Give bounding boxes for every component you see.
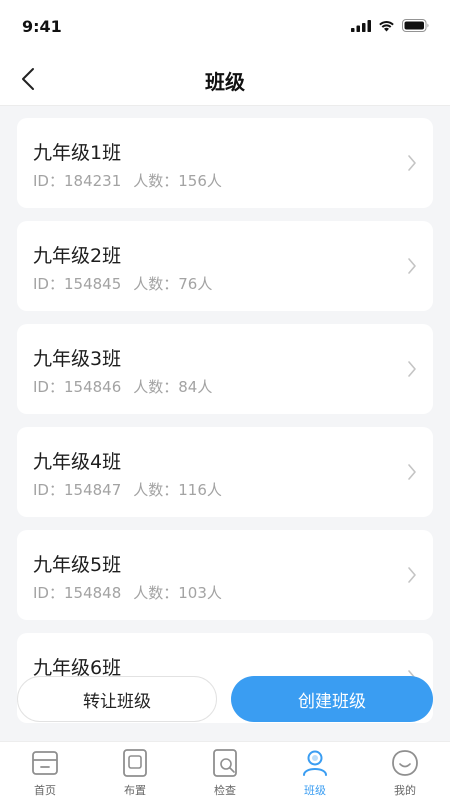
class-card-3[interactable]: 九年级3班 ID：154846 人数：84人 xyxy=(17,324,433,414)
class-name: 九年级5班 xyxy=(33,554,122,576)
class-count: 116 xyxy=(178,481,207,499)
class-count: 103 xyxy=(178,584,207,602)
class-id: 154847 xyxy=(63,481,122,499)
chevron-right-icon xyxy=(408,361,416,377)
status-bar: 9:41 xyxy=(0,0,450,52)
class-name: 九年级1班 xyxy=(33,142,122,164)
count-label: 人数： xyxy=(133,172,179,190)
chevron-right-icon xyxy=(408,258,416,274)
id-label: ID： xyxy=(33,172,64,190)
check-icon xyxy=(213,749,237,777)
id-label: ID： xyxy=(33,378,64,396)
id-label: ID： xyxy=(33,275,64,293)
class-meta: ID：154846 人数：84人 xyxy=(33,376,212,397)
class-list[interactable]: 九年级1班 ID：184231 人数：156人 九年级2班 ID：154845 人数… xyxy=(0,105,450,741)
class-id: 154846 xyxy=(63,378,122,396)
count-unit: 人 xyxy=(206,584,222,602)
class-id: 154845 xyxy=(63,275,122,293)
class-meta: ID：184231 人数：156人 xyxy=(33,170,222,191)
tab-bar: 首页 布置 检查 班级 我的 xyxy=(0,741,450,801)
cellular-signal-icon xyxy=(351,19,371,32)
class-meta: ID：154845 人数：76人 xyxy=(33,273,212,294)
tab-home[interactable]: 首页 xyxy=(0,742,90,801)
count-unit: 人 xyxy=(206,172,222,190)
tab-label: 检查 xyxy=(214,784,236,797)
count-unit: 人 xyxy=(197,378,213,396)
tab-label: 首页 xyxy=(34,784,56,797)
chevron-right-icon xyxy=(408,155,416,171)
chevron-right-icon xyxy=(408,567,416,583)
count-label: 人数： xyxy=(133,481,179,499)
transfer-class-button[interactable]: 转让班级 xyxy=(17,676,217,722)
page-title: 班级 xyxy=(205,70,245,94)
class-id: 154848 xyxy=(63,584,122,602)
tab-profile[interactable]: 我的 xyxy=(360,742,450,801)
count-label: 人数： xyxy=(133,275,179,293)
count-label: 人数： xyxy=(133,584,179,602)
class-card-2[interactable]: 九年级2班 ID：154845 人数：76人 xyxy=(17,221,433,311)
action-bar: 转让班级 创建班级 xyxy=(0,676,450,726)
home-icon xyxy=(32,751,58,775)
id-label: ID： xyxy=(33,584,64,602)
class-name: 九年级2班 xyxy=(33,245,122,267)
class-card-5[interactable]: 九年级5班 ID：154848 人数：103人 xyxy=(17,530,433,620)
tab-label: 布置 xyxy=(124,784,146,797)
class-card-1[interactable]: 九年级1班 ID：184231 人数：156人 xyxy=(17,118,433,208)
count-label: 人数： xyxy=(133,378,179,396)
class-count: 76 xyxy=(178,275,198,293)
tab-label: 我的 xyxy=(394,784,416,797)
tab-class[interactable]: 班级 xyxy=(270,742,360,801)
class-meta: ID：154847 人数：116人 xyxy=(33,479,222,500)
status-icons xyxy=(351,19,430,32)
class-id: 184231 xyxy=(63,172,122,190)
tab-label: 班级 xyxy=(304,784,326,797)
class-card-4[interactable]: 九年级4班 ID：154847 人数：116人 xyxy=(17,427,433,517)
class-count: 156 xyxy=(178,172,207,190)
battery-icon xyxy=(402,19,429,32)
class-count: 84 xyxy=(178,378,198,396)
tab-check[interactable]: 检查 xyxy=(180,742,270,801)
class-meta: ID：154848 人数：103人 xyxy=(33,582,222,603)
assign-icon xyxy=(123,749,147,777)
nav-bar: 班级 xyxy=(0,52,450,106)
create-class-button[interactable]: 创建班级 xyxy=(231,676,433,722)
count-unit: 人 xyxy=(206,481,222,499)
wifi-icon xyxy=(379,20,394,31)
chevron-right-icon xyxy=(408,464,416,480)
status-time: 9:41 xyxy=(22,17,62,36)
profile-icon xyxy=(392,750,418,776)
class-icon xyxy=(303,750,327,776)
count-unit: 人 xyxy=(197,275,213,293)
class-name: 九年级4班 xyxy=(33,451,122,473)
tab-assign[interactable]: 布置 xyxy=(90,742,180,801)
class-name: 九年级3班 xyxy=(33,348,122,370)
id-label: ID： xyxy=(33,481,64,499)
